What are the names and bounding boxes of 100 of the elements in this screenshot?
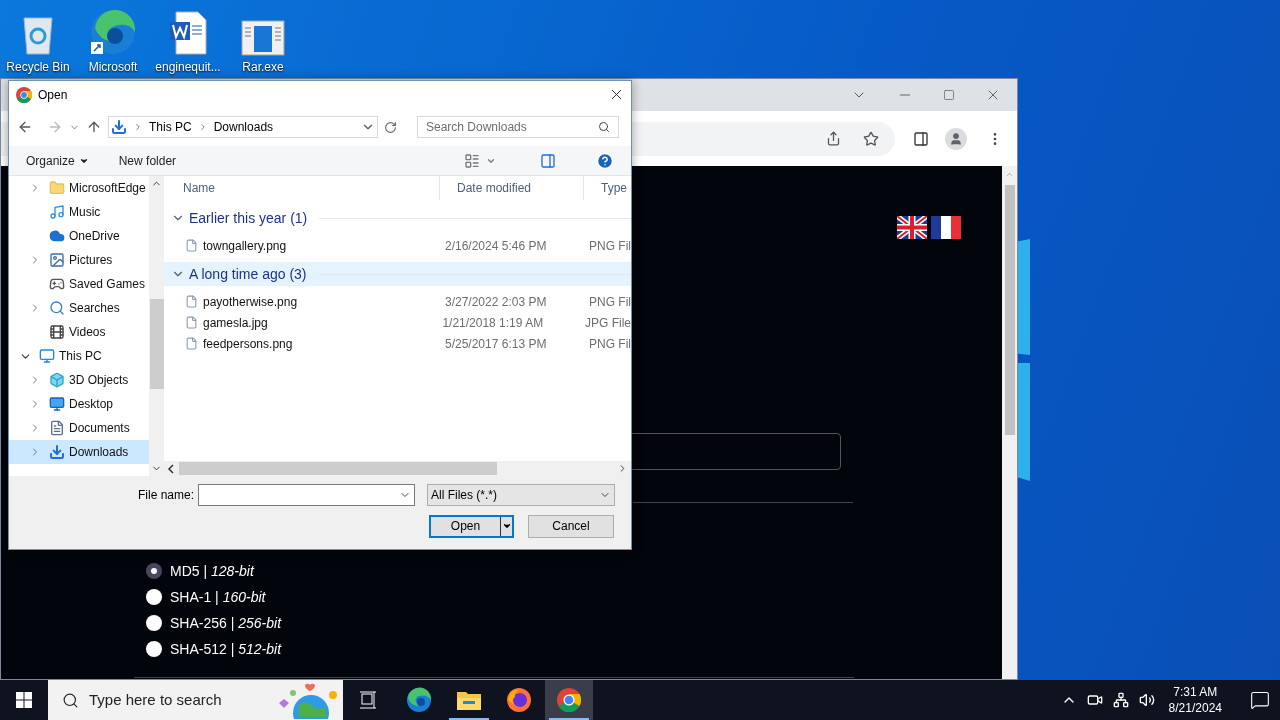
file-icon — [185, 337, 198, 350]
column-header[interactable]: Date modified — [440, 176, 584, 200]
side-panel-icon[interactable] — [913, 130, 929, 147]
search-icon — [598, 121, 610, 133]
view-icon[interactable] — [464, 152, 496, 169]
column-header[interactable]: Type — [584, 176, 627, 200]
radio-button[interactable] — [146, 641, 162, 657]
film-icon — [49, 324, 65, 340]
tree-item[interactable]: OneDrive — [9, 224, 149, 248]
pictures-icon — [49, 252, 65, 268]
icon-label: enginequit... — [155, 60, 221, 74]
search-icon — [62, 691, 79, 709]
tree-item[interactable]: Desktop — [9, 392, 149, 416]
caret-icon — [501, 521, 512, 531]
network-icon[interactable] — [1112, 692, 1129, 708]
profile-icon[interactable] — [945, 127, 967, 150]
search-icon — [49, 300, 65, 316]
scroll-thumb[interactable] — [1004, 185, 1015, 435]
new-folder-button[interactable]: New folder — [118, 151, 177, 170]
document-icon — [49, 420, 65, 436]
breadcrumb-item[interactable]: This PC — [149, 118, 192, 136]
organize-button[interactable]: Organize — [26, 151, 89, 170]
radio-label: MD5 | 128-bit — [170, 561, 254, 581]
open-button[interactable]: Open — [429, 514, 514, 538]
date-cell-text: 2/16/2024 5:46 PM — [444, 237, 548, 255]
cloud-icon — [49, 228, 65, 244]
volume-icon[interactable] — [1138, 692, 1155, 708]
chrome-icon — [557, 688, 581, 712]
computer-icon — [39, 348, 55, 364]
tree-item[interactable]: This PC — [9, 344, 149, 368]
search-field[interactable]: Type here to search — [48, 680, 343, 720]
file-name[interactable]: payotherwise.png — [203, 292, 298, 311]
firefox-icon — [506, 687, 532, 713]
share-icon[interactable] — [826, 131, 841, 146]
date-cell-text: 5/25/2017 6:13 PM — [444, 335, 548, 353]
file-icon — [185, 239, 198, 252]
maximize-icon[interactable] — [943, 89, 955, 101]
refresh-icon[interactable] — [384, 120, 397, 134]
file-name[interactable]: towngallery.png — [203, 236, 287, 255]
icon-label: Recycle Bin — [6, 60, 70, 74]
radio-button[interactable] — [146, 589, 162, 605]
chrome-icon — [16, 86, 32, 103]
file-name[interactable]: feedpersons.png — [203, 334, 293, 353]
search-field[interactable]: Search Downloads — [417, 116, 619, 138]
column-header[interactable]: Name — [166, 176, 440, 200]
up-icon[interactable] — [86, 119, 102, 135]
folder-icon — [456, 689, 482, 711]
field-label: File name: — [138, 487, 196, 504]
tree-item[interactable]: Music — [9, 200, 149, 224]
radio-button[interactable] — [146, 615, 162, 631]
help-icon[interactable] — [596, 151, 614, 170]
notifications-icon[interactable] — [1250, 690, 1270, 710]
icon-label: Microsoft — [88, 60, 138, 74]
breadcrumb-item[interactable]: Downloads — [213, 118, 274, 136]
chrome-button[interactable] — [545, 680, 593, 720]
tree-item[interactable]: Searches — [9, 296, 149, 320]
radio-label: SHA-512 | 512-bit — [170, 639, 282, 659]
radio-button[interactable] — [146, 563, 162, 579]
file-name-field[interactable] — [198, 484, 415, 506]
address-bar[interactable]: This PC Downloads — [108, 116, 378, 138]
type-cell-text: PNG Fil — [588, 237, 631, 255]
camera-icon[interactable] — [1086, 692, 1103, 708]
tree-item[interactable]: Videos — [9, 320, 149, 344]
date-cell-text: 3/27/2022 2:03 PM — [444, 293, 548, 311]
back-icon[interactable] — [17, 119, 33, 135]
cancel-button[interactable]: Cancel — [528, 514, 614, 538]
tree-item[interactable]: Saved Games — [9, 272, 149, 296]
document-icon — [168, 10, 208, 56]
radio-label: SHA-256 | 256-bit — [170, 613, 282, 633]
edge-icon — [89, 8, 137, 56]
scroll-thumb[interactable] — [149, 299, 164, 389]
radio-label: SHA-1 | 160-bit — [170, 587, 266, 607]
desktop-icon — [49, 396, 65, 412]
icon-label: Rar.exe — [242, 60, 284, 74]
clock[interactable]: 7:31 AM 8/21/2024 — [1164, 684, 1226, 716]
tree-item[interactable]: 3D Objects — [9, 368, 149, 392]
file-type-select[interactable]: All Files (*.*) — [427, 484, 615, 506]
bookmark-icon[interactable] — [863, 130, 879, 147]
tree-item[interactable]: Documents — [9, 416, 149, 440]
music-icon — [49, 204, 65, 220]
group-header[interactable]: A long time ago (3) — [164, 262, 631, 286]
french-flag-icon[interactable] — [931, 216, 961, 239]
type-cell-text: JPG File — [584, 314, 631, 332]
scroll-left-icon[interactable] — [167, 463, 175, 474]
tree-item[interactable]: MicrosoftEdge — [9, 176, 149, 200]
folder-icon — [49, 180, 65, 196]
uk-flag-icon[interactable] — [897, 216, 927, 239]
file-icon — [185, 316, 198, 329]
gamepad-icon — [49, 276, 65, 292]
file-icon — [185, 295, 198, 308]
preview-pane-icon[interactable] — [540, 152, 556, 169]
file-name[interactable]: gamesla.jpg — [203, 313, 268, 332]
type-cell-text: PNG Fil — [588, 335, 631, 353]
group-header[interactable]: Earlier this year (1) — [164, 206, 631, 230]
windows-icon — [16, 692, 32, 708]
tree-item[interactable]: Pictures — [9, 248, 149, 272]
separator-icon — [133, 122, 143, 132]
date-cell-text: 1/21/2018 1:19 AM — [441, 314, 545, 332]
tree-item[interactable]: Downloads — [9, 440, 149, 464]
scroll-thumb[interactable] — [179, 462, 497, 475]
